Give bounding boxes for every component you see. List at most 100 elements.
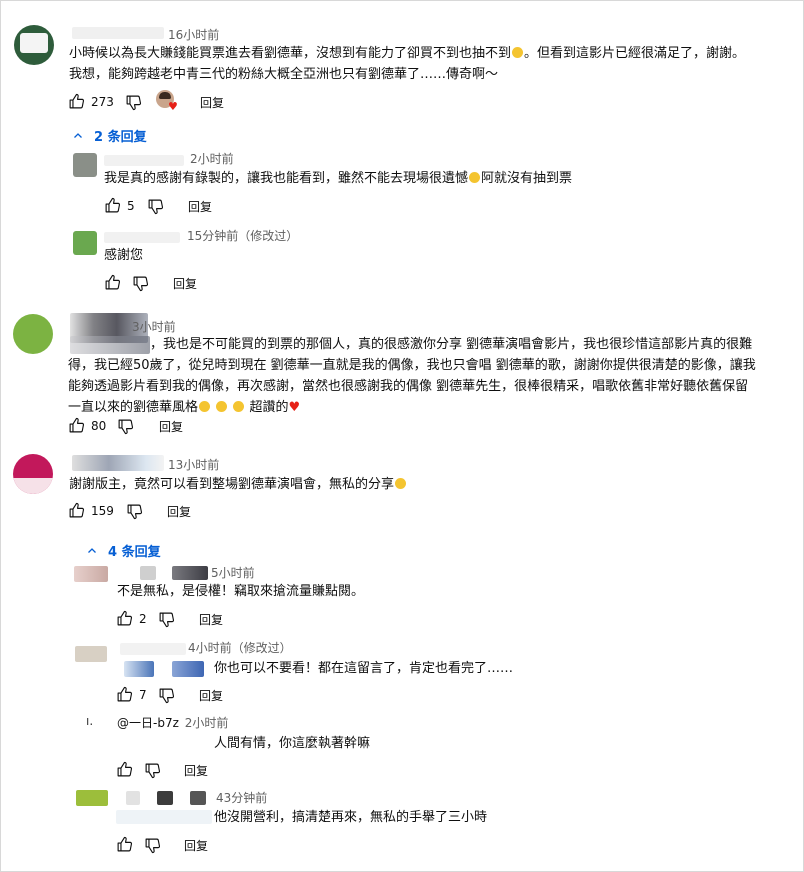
- comment-time: 16小时前: [168, 28, 220, 42]
- dislike-button[interactable]: [158, 687, 175, 704]
- comment-text-line: 我是真的感謝有錄製的，讓我也能看到，雖然不能去現場很遺憾: [104, 171, 469, 186]
- like-button[interactable]: 7: [116, 686, 147, 703]
- emoji-icon: [512, 47, 524, 58]
- author-name-blurred[interactable]: [190, 791, 206, 805]
- thumb-up-icon: [105, 197, 121, 213]
- avatar[interactable]: [76, 790, 108, 806]
- replies-toggle[interactable]: 4 条回复: [86, 541, 161, 560]
- author-name-blurred[interactable]: [172, 566, 208, 580]
- dislike-button[interactable]: [132, 275, 149, 292]
- comment-text: 小時候以為長大賺錢能買票進去看劉德華，沒想到有能力了卻買不到也抽不到 。但看到這影…: [69, 43, 789, 85]
- comment-text-line: 阿就沒有抽到票: [481, 171, 573, 186]
- comment-text: ，我也是不可能買的到票的那個人，真的很感激你分享 劉德華演唱會影片，我也很珍惜這…: [68, 334, 788, 418]
- thumb-up-icon: [69, 417, 85, 433]
- comment-text-line: 我想，能夠跨越老中青三代的粉絲大概全亞洲也只有劉德華了……傳奇啊～: [69, 67, 499, 82]
- comment-text-line: 小時候以為長大賺錢能買票進去看劉德華，沒想到有能力了卻買不到也抽不到: [69, 46, 512, 61]
- thumb-down-icon: [145, 763, 161, 779]
- like-count: 7: [139, 687, 147, 702]
- emoji-icon: [199, 401, 211, 412]
- author-name-blurred[interactable]: [126, 791, 140, 805]
- comment-time: 15分钟前（修改过）: [187, 229, 299, 243]
- author-name-blurred[interactable]: [140, 566, 156, 580]
- reply-button[interactable]: 回复: [173, 275, 197, 292]
- author-name-blurred[interactable]: [120, 643, 186, 655]
- reply-button[interactable]: 回复: [159, 418, 183, 435]
- reply-button[interactable]: 回复: [184, 837, 208, 854]
- comment-time: 3小时前: [132, 320, 176, 334]
- reply-button[interactable]: 回复: [184, 762, 208, 779]
- dislike-button[interactable]: [144, 837, 161, 854]
- emoji-icon: [216, 401, 228, 412]
- chevron-up-icon: [88, 547, 96, 553]
- dislike-button[interactable]: [117, 418, 134, 435]
- emoji-icon: [233, 401, 245, 412]
- like-button[interactable]: 80: [68, 417, 106, 434]
- replies-toggle-label: 2 条回复: [94, 130, 147, 145]
- chevron-up-icon: [74, 132, 82, 138]
- thumb-up-icon: [117, 686, 133, 702]
- thumb-up-icon: [117, 610, 133, 626]
- author-handle[interactable]: @一日-b7z 2小时前: [117, 714, 228, 731]
- thumb-down-icon: [159, 612, 175, 628]
- like-button[interactable]: 159: [68, 502, 114, 519]
- comment-text: 人間有情，你這麼執著幹嘛: [214, 736, 371, 751]
- comment-time: 13小时前: [168, 458, 220, 472]
- comment-text: 不是無私，是侵權！竊取來搶流量賺點閱。: [117, 584, 365, 599]
- replies-toggle-label: 4 条回复: [108, 545, 161, 560]
- like-button[interactable]: 5: [104, 197, 135, 214]
- author-name-blurred[interactable]: [157, 791, 173, 805]
- comment-text: 他沒開營利，搞清楚再來，無私的手舉了三小時: [214, 810, 488, 825]
- avatar[interactable]: [73, 153, 97, 177]
- thumb-up-icon: [117, 761, 133, 777]
- reply-button[interactable]: 回复: [199, 687, 223, 704]
- dislike-button[interactable]: [126, 503, 143, 520]
- reply-button[interactable]: 回复: [199, 611, 223, 628]
- avatar[interactable]: [14, 25, 54, 65]
- thumb-down-icon: [118, 419, 134, 435]
- avatar[interactable]: [13, 454, 53, 494]
- dislike-button[interactable]: [158, 611, 175, 628]
- comment-text-line: 得，我已經50歲了，從兒時到現在 劉德華一直就是我的偶像，我也只會唱 劉德華的歌…: [68, 358, 756, 373]
- avatar[interactable]: [13, 314, 53, 354]
- replies-toggle[interactable]: 2 条回复: [72, 126, 147, 145]
- author-name-blurred[interactable]: [104, 232, 180, 243]
- like-button[interactable]: [104, 274, 121, 291]
- like-button[interactable]: 273: [68, 93, 114, 110]
- author-name-blurred[interactable]: [104, 155, 184, 166]
- avatar[interactable]: [73, 231, 97, 255]
- avatar[interactable]: [75, 646, 107, 662]
- reply-button[interactable]: 回复: [200, 94, 224, 111]
- reply-button[interactable]: 回复: [167, 503, 191, 520]
- thumb-down-icon: [126, 95, 142, 111]
- reply-button[interactable]: 回复: [188, 198, 212, 215]
- like-count: 159: [91, 503, 114, 518]
- dislike-button[interactable]: [147, 198, 164, 215]
- comment-time: 2小时前: [184, 716, 229, 730]
- comment-text-line: 謝謝版主，竟然可以看到整場劉德華演唱會，無私的分享: [69, 477, 395, 492]
- dislike-button[interactable]: [125, 94, 142, 111]
- dislike-button[interactable]: [144, 762, 161, 779]
- comment-text-line: 一直以來的劉德華風格: [68, 400, 199, 415]
- like-button[interactable]: [116, 836, 133, 853]
- comment-text-line: 能夠透過影片看到我的偶像，再次感謝，當然也很感謝我的偶像 劉德華先生，很棒很精采…: [68, 379, 749, 394]
- like-button[interactable]: 2: [116, 610, 147, 627]
- thumb-down-icon: [127, 504, 143, 520]
- comment-time: 5小时前: [211, 566, 255, 580]
- comment-text: 我是真的感謝有錄製的，讓我也能看到，雖然不能去現場很遺憾 阿就沒有抽到票: [104, 168, 572, 189]
- comment-text-line: 。但看到這影片已經很滿足了，謝謝。: [524, 46, 746, 61]
- thumb-up-icon: [105, 274, 121, 290]
- author-handle-text: @一日-b7z: [117, 716, 179, 730]
- avatar[interactable]: [74, 566, 108, 582]
- heart-icon: ♥: [168, 100, 178, 113]
- thumb-down-icon: [148, 199, 164, 215]
- thumb-down-icon: [145, 838, 161, 854]
- avatar[interactable]: ı.: [86, 714, 93, 728]
- like-count: 5: [127, 198, 135, 213]
- mention-blurred: [172, 661, 204, 677]
- comment-text: 謝謝版主，竟然可以看到整場劉德華演唱會，無私的分享: [69, 474, 407, 495]
- like-button[interactable]: [116, 761, 133, 778]
- author-name-blurred[interactable]: [72, 455, 164, 471]
- mention-blurred: [124, 661, 154, 677]
- comment-text-line: ，我也是不可能買的到票的那個人，真的很感激你分享 劉德華演唱會影片，我也很珍惜這…: [150, 337, 753, 352]
- author-name-blurred[interactable]: [72, 27, 164, 39]
